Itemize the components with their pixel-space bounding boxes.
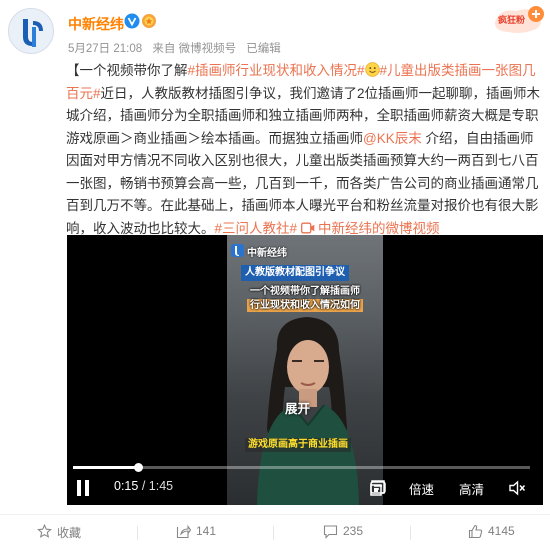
- edited-label[interactable]: 已编辑: [246, 43, 281, 55]
- action-bar: 收藏 141 235 4145: [0, 515, 550, 550]
- pip-icon[interactable]: [369, 479, 387, 497]
- watermark-text: 中新经纬: [247, 248, 287, 259]
- divider: [273, 526, 274, 540]
- progress-bar[interactable]: [73, 463, 530, 472]
- speed-button[interactable]: 倍速: [409, 479, 434, 498]
- post-time[interactable]: 5月27日 21:08: [68, 43, 142, 55]
- video-title-overlay: 一个视频带你了解插画师 行业现状和收入情况如何: [231, 285, 379, 312]
- progress-fill: [73, 466, 138, 469]
- mute-icon[interactable]: [508, 479, 526, 497]
- pause-icon[interactable]: [75, 479, 91, 497]
- verified-badge-icon: [124, 13, 140, 29]
- divider: [137, 526, 138, 540]
- medal-icon: [142, 14, 156, 28]
- share-icon: [176, 524, 191, 539]
- topic-link[interactable]: #三问人教社#: [215, 221, 298, 236]
- current-time: 0:15: [114, 479, 139, 493]
- video-link-icon: [301, 222, 315, 233]
- mention-link[interactable]: @KK辰末: [363, 131, 422, 146]
- video-caption: 游戏原画高于商业插画: [245, 438, 351, 452]
- star-icon: [37, 524, 52, 538]
- video-frame: 中新经纬 人教版教材配图引争议 一个视频带你了解插画师 行业现状和收入情况如何: [227, 235, 383, 505]
- username[interactable]: 中新经纬: [68, 14, 124, 34]
- comment-count: 235: [343, 524, 364, 538]
- video-tag-title: 人教版教材配图引争议: [241, 265, 349, 281]
- time-display: 0:15 / 1:45: [114, 479, 174, 493]
- share-count: 141: [196, 524, 217, 538]
- topic-link[interactable]: #插画师行业现状和收入情况#: [188, 63, 365, 78]
- video-controls: 0:15 / 1:45 倍速 高清: [67, 471, 543, 505]
- expand-button[interactable]: 展开: [285, 398, 310, 417]
- avatar-logo-icon: [9, 9, 53, 53]
- avatar[interactable]: [8, 8, 54, 54]
- post-source: 来自 微博视频号: [152, 43, 237, 55]
- video-link[interactable]: 中新经纬的微博视频: [318, 221, 440, 236]
- svg-text:疯狂粉: 疯狂粉: [498, 14, 525, 26]
- post-text: 【一个视频带你了解#插画师行业现状和收入情况# #儿童出版类插画一张图几百元#近日…: [66, 60, 544, 240]
- thumbs-up-icon: [468, 524, 483, 539]
- comment-icon: [323, 525, 338, 539]
- post-intro: 【一个视频带你了解: [66, 63, 188, 78]
- video-title-line1: 一个视频带你了解插画师: [250, 286, 360, 297]
- video-player[interactable]: 中新经纬 人教版教材配图引争议 一个视频带你了解插画师 行业现状和收入情况如何 …: [67, 235, 543, 505]
- divider: [410, 526, 411, 540]
- fan-badge-sticker-icon: 疯狂粉: [494, 6, 544, 33]
- favorite-label: 收藏: [57, 526, 82, 540]
- post-header: 中新经纬 5月27日 21:08 来自 微博视频号 已编辑 疯狂粉: [0, 0, 550, 60]
- post-meta: 5月27日 21:08 来自 微博视频号 已编辑: [68, 40, 288, 56]
- smiley-emoji-icon: [364, 62, 380, 77]
- quality-button[interactable]: 高清: [459, 479, 484, 498]
- total-time: 1:45: [148, 479, 174, 493]
- like-count: 4145: [488, 524, 515, 538]
- post-body: 介绍，自由插画师因面对甲方情况不同收入区别也很大，儿童出版类插画预算大约一两百到…: [66, 130, 539, 236]
